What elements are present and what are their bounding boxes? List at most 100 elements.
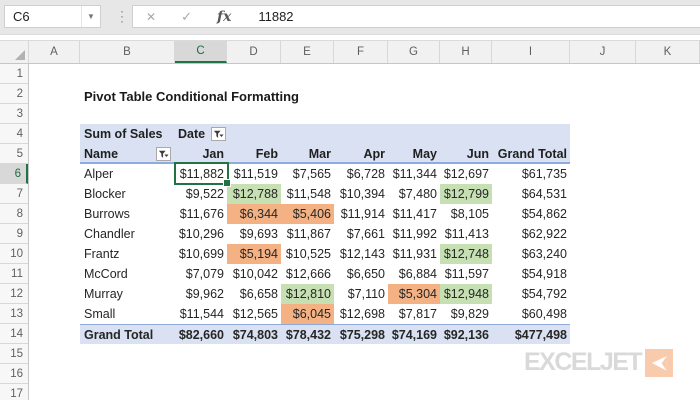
value-cell[interactable]: $9,693 <box>227 224 281 244</box>
value-cell[interactable]: $61,735 <box>492 164 570 184</box>
grand-total-column-header[interactable]: Grand Total <box>492 144 570 164</box>
name-box[interactable]: C6 ▼ <box>4 5 101 28</box>
row-label-cell[interactable]: Blocker <box>80 184 175 204</box>
row-header-12[interactable]: 12 <box>0 284 28 304</box>
row-header-10[interactable]: 10 <box>0 244 28 264</box>
value-cell[interactable]: $12,948 <box>440 284 492 304</box>
grand-total-value-cell[interactable]: $92,136 <box>440 325 492 345</box>
value-cell[interactable]: $54,792 <box>492 284 570 304</box>
value-cell[interactable]: $64,531 <box>492 184 570 204</box>
value-cell[interactable]: $11,344 <box>388 164 440 184</box>
value-cell[interactable]: $7,817 <box>388 304 440 324</box>
column-header-G[interactable]: G <box>388 41 440 63</box>
grand-total-value-cell[interactable]: $75,298 <box>334 325 388 345</box>
value-cell[interactable]: $11,544 <box>175 304 227 324</box>
row-header-8[interactable]: 8 <box>0 204 28 224</box>
row-header-11[interactable]: 11 <box>0 264 28 284</box>
value-cell[interactable]: $11,914 <box>334 204 388 224</box>
column-header-K[interactable]: K <box>636 41 700 63</box>
row-header-2[interactable]: 2 <box>0 84 28 104</box>
value-cell[interactable]: $60,498 <box>492 304 570 324</box>
value-cell[interactable]: $10,699 <box>175 244 227 264</box>
row-header-6[interactable]: 6 <box>0 164 28 184</box>
value-cell[interactable]: $7,480 <box>388 184 440 204</box>
value-cell[interactable]: $7,661 <box>334 224 388 244</box>
value-cell[interactable]: $11,548 <box>281 184 334 204</box>
value-cell[interactable]: $11,417 <box>388 204 440 224</box>
value-cell[interactable]: $12,810 <box>281 284 334 304</box>
month-header-Feb[interactable]: Feb <box>227 144 281 164</box>
value-cell[interactable]: $63,240 <box>492 244 570 264</box>
month-header-Mar[interactable]: Mar <box>281 144 334 164</box>
value-cell[interactable]: $12,697 <box>440 164 492 184</box>
value-cell[interactable]: $7,079 <box>175 264 227 284</box>
grand-total-value-cell[interactable]: $78,432 <box>281 325 334 345</box>
row-header-16[interactable]: 16 <box>0 364 28 384</box>
row-header-1[interactable]: 1 <box>0 64 28 84</box>
value-cell[interactable]: $10,042 <box>227 264 281 284</box>
sheet-title[interactable]: Pivot Table Conditional Formatting <box>84 89 299 104</box>
value-cell[interactable]: $5,406 <box>281 204 334 224</box>
value-cell[interactable]: $11,519 <box>227 164 281 184</box>
month-header-May[interactable]: May <box>388 144 440 164</box>
value-cell[interactable]: $6,658 <box>227 284 281 304</box>
row-label-cell[interactable]: McCord <box>80 264 175 284</box>
row-label-cell[interactable]: Alper <box>80 164 175 184</box>
column-header-I[interactable]: I <box>492 41 570 63</box>
grand-total-value-cell[interactable]: $477,498 <box>492 325 570 345</box>
row-label-cell[interactable]: Murray <box>80 284 175 304</box>
value-cell[interactable]: $12,799 <box>440 184 492 204</box>
confirm-icon[interactable]: ✓ <box>181 9 192 25</box>
value-cell[interactable]: $8,105 <box>440 204 492 224</box>
value-cell[interactable]: $11,931 <box>388 244 440 264</box>
value-cell[interactable]: $10,394 <box>334 184 388 204</box>
value-cell[interactable]: $6,344 <box>227 204 281 224</box>
value-cell[interactable]: $12,666 <box>281 264 334 284</box>
row-label-cell[interactable]: Burrows <box>80 204 175 224</box>
value-cell[interactable]: $9,962 <box>175 284 227 304</box>
value-cell[interactable]: $5,194 <box>227 244 281 264</box>
value-cell[interactable]: $7,110 <box>334 284 388 304</box>
row-header-13[interactable]: 13 <box>0 304 28 324</box>
value-cell[interactable]: $10,525 <box>281 244 334 264</box>
column-header-D[interactable]: D <box>227 41 281 63</box>
sum-of-sales-cell[interactable]: Sum of Sales <box>80 124 175 144</box>
value-cell[interactable]: $9,522 <box>175 184 227 204</box>
row-header-14[interactable]: 14 <box>0 324 28 344</box>
row-header-15[interactable]: 15 <box>0 344 28 364</box>
name-filter-button[interactable] <box>156 147 171 161</box>
value-cell[interactable]: $6,884 <box>388 264 440 284</box>
grand-total-value-cell[interactable]: $82,660 <box>175 325 227 345</box>
column-header-H[interactable]: H <box>440 41 492 63</box>
cancel-icon[interactable]: ✕ <box>146 10 156 24</box>
value-cell[interactable]: $7,565 <box>281 164 334 184</box>
value-cell[interactable]: $6,045 <box>281 304 334 324</box>
value-cell[interactable]: $11,867 <box>281 224 334 244</box>
grand-total-label-cell[interactable]: Grand Total <box>80 325 175 345</box>
value-cell[interactable]: $5,304 <box>388 284 440 304</box>
date-filter-button[interactable] <box>211 127 227 141</box>
month-header-Jan[interactable]: Jan <box>175 144 227 164</box>
value-cell[interactable]: $12,565 <box>227 304 281 324</box>
row-label-cell[interactable]: Frantz <box>80 244 175 264</box>
row-header-4[interactable]: 4 <box>0 124 28 144</box>
column-header-C[interactable]: C <box>175 41 227 63</box>
value-cell[interactable]: $6,728 <box>334 164 388 184</box>
value-cell[interactable]: $12,143 <box>334 244 388 264</box>
select-all-corner[interactable] <box>0 41 29 63</box>
column-header-A[interactable]: A <box>29 41 80 63</box>
column-header-E[interactable]: E <box>281 41 334 63</box>
value-cell[interactable]: $12,698 <box>334 304 388 324</box>
row-header-3[interactable]: 3 <box>0 104 28 124</box>
value-cell[interactable]: $9,829 <box>440 304 492 324</box>
value-cell[interactable]: $11,676 <box>175 204 227 224</box>
row-header-7[interactable]: 7 <box>0 184 28 204</box>
insert-function-icon[interactable]: fx <box>217 9 231 25</box>
name-box-caret-icon[interactable]: ▼ <box>82 12 100 21</box>
value-cell[interactable]: $12,788 <box>227 184 281 204</box>
value-cell[interactable]: $11,413 <box>440 224 492 244</box>
grand-total-value-cell[interactable]: $74,169 <box>388 325 440 345</box>
value-cell[interactable]: $11,882 <box>175 164 227 184</box>
grand-total-value-cell[interactable]: $74,803 <box>227 325 281 345</box>
value-cell[interactable]: $11,597 <box>440 264 492 284</box>
